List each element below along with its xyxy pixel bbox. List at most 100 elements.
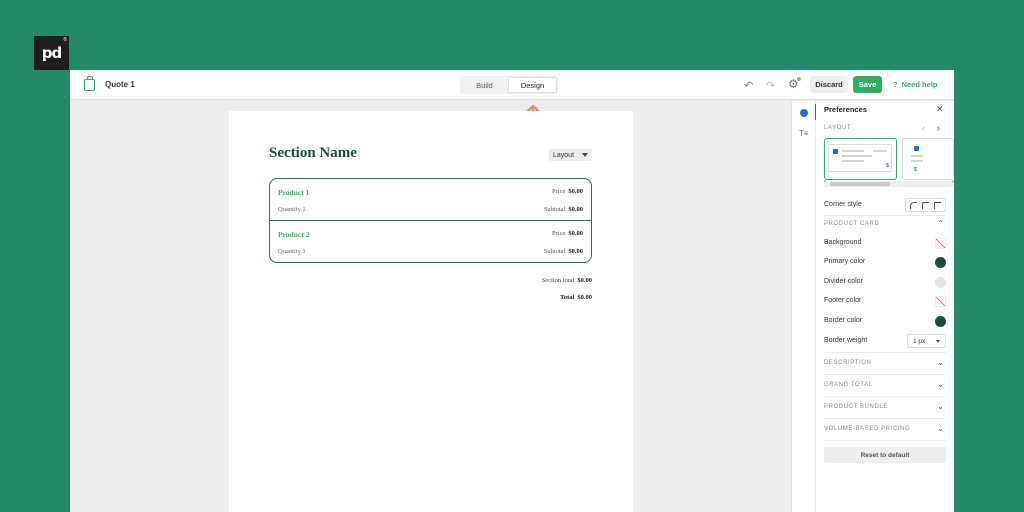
subtotal-label: Subtotal <box>543 206 566 213</box>
need-help-link[interactable]: ? Need help <box>893 80 937 89</box>
registered-mark: ® <box>63 37 67 43</box>
scroll-thumb[interactable] <box>830 182 890 186</box>
divider <box>824 418 946 419</box>
notification-dot <box>797 77 801 81</box>
section-total: Section total $0.00 <box>542 277 592 284</box>
quote-canvas: Section Name Layout Product 1 Price $0.00… <box>229 111 633 512</box>
product-card-caption: PRODUCT CARD <box>824 221 880 227</box>
border-weight-row: Border weight 1 px <box>824 334 946 348</box>
scroll-left-icon[interactable]: ‹ <box>824 179 826 185</box>
subtotal-value: $0.00 <box>568 248 583 255</box>
price-value: $0.00 <box>568 230 583 237</box>
divider <box>824 374 946 375</box>
tab-build[interactable]: Build <box>461 77 508 93</box>
corner-style-row: Corner style <box>824 198 946 212</box>
product-name: Product 2 <box>278 230 310 239</box>
footer-color-swatch[interactable] <box>935 296 946 307</box>
side-rail: T≡ <box>791 101 817 512</box>
border-weight-value: 1 px <box>913 338 926 345</box>
corner-square-icon[interactable] <box>933 201 941 209</box>
reset-to-default-button[interactable]: Reset to default <box>824 447 946 463</box>
scroll-right-icon[interactable]: › <box>952 179 954 185</box>
grand-total: Total $0.00 <box>560 294 592 301</box>
primary-color-row: Primary color <box>824 257 946 269</box>
palette-icon[interactable] <box>800 109 808 117</box>
description-caption: DESCRIPTION <box>824 360 872 366</box>
corner-slight-icon[interactable] <box>921 201 929 209</box>
border-color-row: Border color <box>824 316 946 328</box>
grand-total-section[interactable]: GRAND TOTAL ⌄ <box>824 380 946 392</box>
chevron-down-icon[interactable]: ⌄ <box>937 424 944 433</box>
chevron-right-icon[interactable]: › <box>937 123 940 133</box>
layout-option-vertical[interactable]: $ <box>902 138 954 180</box>
preview-line <box>842 155 872 157</box>
layout-option-horizontal[interactable]: $ <box>824 138 897 180</box>
background-swatch[interactable] <box>935 238 946 249</box>
close-icon[interactable]: ✕ <box>936 104 944 115</box>
product-row[interactable]: Product 2 Price $0.00 Quantity 1 Subtotal… <box>270 221 591 262</box>
layout-dropdown-label: Layout <box>553 151 575 159</box>
dollar-icon: $ <box>914 167 917 173</box>
save-button[interactable]: Save <box>853 76 882 93</box>
product-subtotal: Subtotal $0.00 <box>544 248 583 255</box>
image-icon <box>833 149 838 154</box>
caret-down-icon <box>936 340 940 343</box>
product-card-header[interactable]: PRODUCT CARD ⌃ <box>824 219 946 231</box>
corner-rounded-icon[interactable] <box>910 201 918 209</box>
tab-design[interactable]: Design <box>508 77 557 93</box>
divider <box>824 440 946 441</box>
chevron-left-icon[interactable]: ‹ <box>922 123 925 133</box>
need-help-label: Need help <box>901 80 938 89</box>
product-row[interactable]: Product 1 Price $0.00 Quantity 1 Subtotal… <box>270 179 591 221</box>
price-label: Price <box>552 188 566 195</box>
divider <box>824 352 946 353</box>
discard-button[interactable]: Discard <box>810 76 848 93</box>
product-quantity: Quantity 1 <box>278 206 306 213</box>
divider-color-label: Divider color <box>824 278 863 285</box>
caret-down-icon <box>582 153 588 157</box>
layout-caption: LAYOUT <box>824 125 852 131</box>
price-value: $0.00 <box>568 188 583 195</box>
border-weight-label: Border weight <box>824 337 868 344</box>
top-toolbar: Quote 1 Build Design ↶ ↷ ⚙ Discard Save … <box>70 70 954 100</box>
chevron-down-icon[interactable]: ⌄ <box>937 402 944 411</box>
chevron-down-icon[interactable]: ⌄ <box>937 358 944 367</box>
border-color-swatch[interactable] <box>935 316 946 327</box>
product-bundle-section[interactable]: PRODUCT BUNDLE ⌄ <box>824 402 946 414</box>
description-section[interactable]: DESCRIPTION ⌄ <box>824 358 946 370</box>
layout-preview: $ <box>828 144 892 172</box>
logo-text: pd <box>41 44 63 62</box>
primary-color-swatch[interactable] <box>935 257 946 268</box>
layout-dropdown[interactable]: Layout <box>549 149 592 161</box>
app-window: Quote 1 Build Design ↶ ↷ ⚙ Discard Save … <box>70 70 954 512</box>
undo-icon[interactable]: ↶ <box>744 79 753 92</box>
grand-total-caption: GRAND TOTAL <box>824 382 873 388</box>
divider-color-swatch[interactable] <box>935 277 946 288</box>
preview-line <box>911 155 923 157</box>
layout-scrollbar[interactable]: ‹ › <box>824 179 954 187</box>
divider <box>824 215 946 216</box>
border-weight-select[interactable]: 1 px <box>907 334 946 348</box>
total-label: Total <box>560 294 575 301</box>
chevron-up-icon[interactable]: ⌃ <box>937 219 944 228</box>
redo-icon[interactable]: ↷ <box>766 79 775 92</box>
chevron-down-icon[interactable]: ⌄ <box>937 380 944 389</box>
text-style-icon[interactable]: T≡ <box>799 130 809 138</box>
price-label: Price <box>552 230 566 237</box>
preview-line <box>911 160 923 162</box>
section-title[interactable]: Section Name <box>269 145 357 162</box>
primary-color-label: Primary color <box>824 258 866 265</box>
total-value: $0.00 <box>577 294 592 301</box>
preview-line <box>842 150 864 152</box>
volume-pricing-section[interactable]: VOLUME-BASED PRICING ⌄ <box>824 424 946 436</box>
quote-title[interactable]: Quote 1 <box>105 80 135 89</box>
preview-line <box>842 160 864 162</box>
volume-pricing-caption: VOLUME-BASED PRICING <box>824 426 911 432</box>
product-quantity: Quantity 1 <box>278 248 306 255</box>
footer-color-row: Footer color <box>824 296 946 308</box>
subtotal-label: Subtotal <box>543 248 566 255</box>
product-bundle-caption: PRODUCT BUNDLE <box>824 404 888 410</box>
product-card[interactable]: Product 1 Price $0.00 Quantity 1 Subtotal… <box>269 178 592 263</box>
corner-style-options <box>905 198 946 212</box>
background-label: Background <box>824 239 862 246</box>
